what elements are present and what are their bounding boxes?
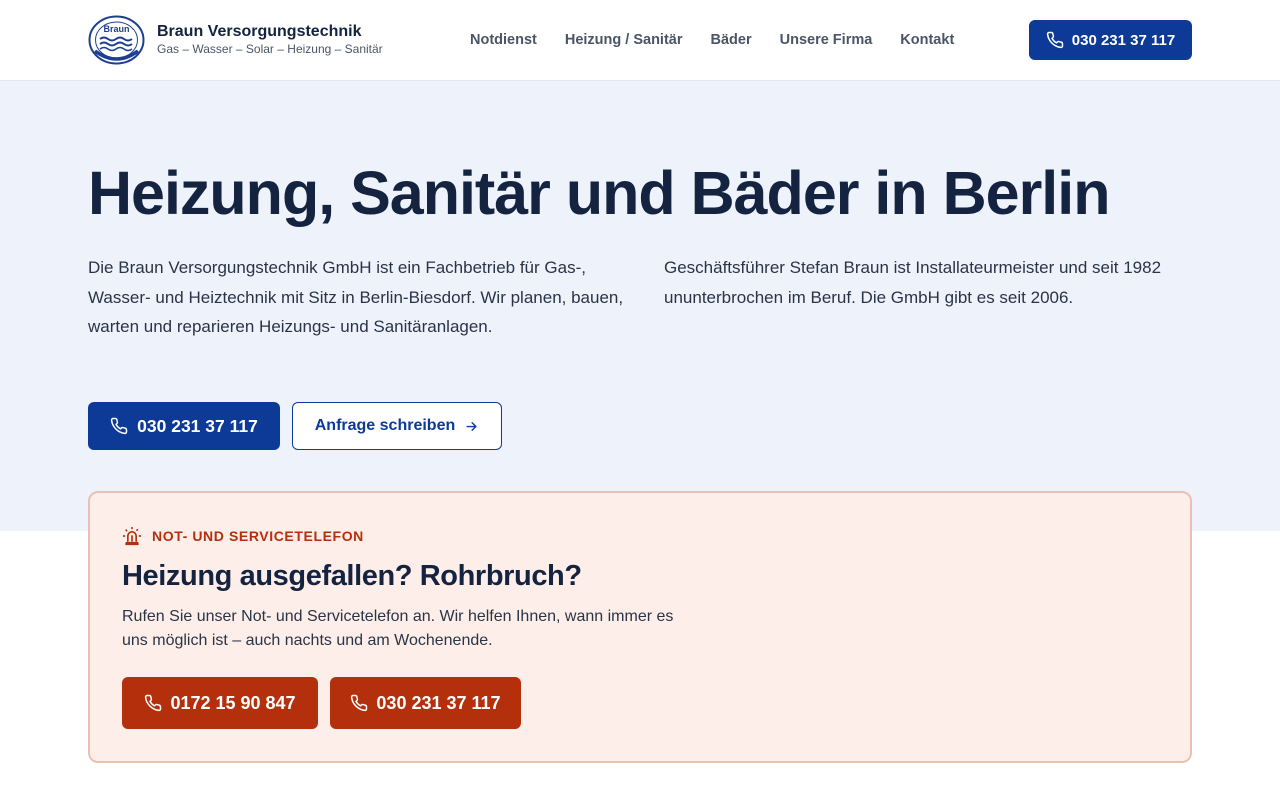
inquiry-label: Anfrage schreiben	[314, 417, 456, 434]
brand[interactable]: Braun Braun Versorgungstechnik Gas – Was…	[88, 15, 383, 65]
company-logo: Braun	[88, 15, 145, 65]
emergency-card: NOT- UND SERVICETELEFON Heizung ausgefal…	[88, 491, 1192, 763]
hero-title: Heizung, Sanitär und Bäder in Berlin	[88, 159, 1110, 227]
phone-icon	[1046, 31, 1064, 49]
main-nav: Notdienst Heizung / Sanitär Bäder Unsere…	[470, 31, 982, 49]
site-header: Braun Braun Versorgungstechnik Gas – Was…	[0, 0, 1280, 81]
logo-text: Braun	[103, 24, 129, 34]
emergency-title: Heizung ausgefallen? Rohrbruch?	[122, 560, 582, 592]
header-call-label: 030 231 37 117	[1071, 31, 1176, 49]
inquiry-button[interactable]: Anfrage schreiben	[292, 402, 502, 450]
nav-kontakt[interactable]: Kontakt	[900, 31, 954, 49]
phone-icon	[110, 417, 128, 435]
nav-baeder[interactable]: Bäder	[711, 31, 752, 49]
emergency-label-text: NOT- UND SERVICETELEFON	[152, 528, 364, 544]
brand-name: Braun Versorgungstechnik	[157, 22, 362, 40]
header-call-button[interactable]: 030 231 37 117	[1029, 20, 1192, 60]
phone-icon	[351, 694, 368, 712]
emergency-text: Rufen Sie unser Not- und Servicetelefon …	[122, 608, 674, 649]
hero-call-button[interactable]: 030 231 37 117	[88, 402, 280, 450]
siren-icon	[122, 526, 142, 546]
emergency-landline-label: 030 231 37 117	[376, 692, 501, 713]
hero-owner-text: Geschäftsführer Stefan Braun ist Install…	[664, 258, 1162, 307]
emergency-mobile-button[interactable]: 0172 15 90 847	[122, 677, 318, 729]
hero-intro-text: Die Braun Versorgungstechnik GmbH ist ei…	[88, 258, 624, 336]
brand-tagline: Gas – Wasser – Solar – Heizung – Sanitär	[157, 41, 383, 56]
nav-unsere-firma[interactable]: Unsere Firma	[780, 31, 873, 49]
emergency-landline-button[interactable]: 030 231 37 117	[330, 677, 521, 729]
phone-icon	[145, 694, 162, 712]
arrow-right-icon	[466, 421, 477, 431]
hero-call-label: 030 231 37 117	[137, 415, 258, 436]
nav-notdienst[interactable]: Notdienst	[470, 31, 537, 49]
nav-heizung-sanitaer[interactable]: Heizung / Sanitär	[565, 31, 683, 49]
emergency-label: NOT- UND SERVICETELEFON	[122, 526, 364, 546]
emergency-mobile-label: 0172 15 90 847	[170, 692, 296, 713]
